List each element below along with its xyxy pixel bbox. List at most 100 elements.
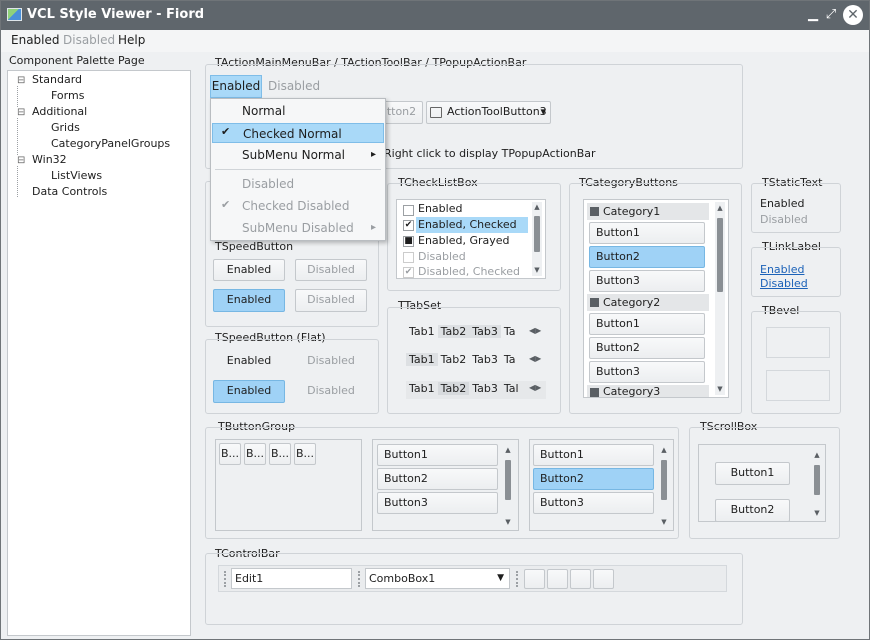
flat-button-down[interactable]: Enabled — [213, 380, 285, 403]
speed-button-enabled[interactable]: Enabled — [213, 259, 285, 281]
tree-item-listviews[interactable]: ListViews — [51, 169, 102, 182]
tab-scroll-icon[interactable]: ◀▶ — [529, 354, 541, 363]
scroll-thumb[interactable] — [661, 460, 667, 500]
menu-disabled[interactable]: Disabled — [63, 33, 115, 47]
tab[interactable]: Tab1 — [406, 353, 438, 366]
collapse-icon[interactable] — [590, 207, 599, 216]
tab[interactable]: Ta — [501, 325, 519, 338]
scroll-thumb[interactable] — [814, 465, 820, 495]
tab[interactable]: Tal — [501, 382, 522, 395]
tabset-row-1[interactable]: Tab1 Tab2 Tab3 Ta — [406, 324, 546, 340]
toolbar-button[interactable] — [547, 569, 568, 589]
tab[interactable]: Tab2 — [437, 325, 470, 338]
buttongroup-small[interactable]: B... B... B... B... — [215, 439, 362, 531]
combobox[interactable]: ComboBox1 ▼ — [365, 568, 510, 589]
group-list-button[interactable]: Button3 — [533, 492, 654, 514]
scroll-down-icon[interactable]: ▼ — [659, 518, 669, 526]
checklistbox[interactable]: Enabled ✔ Enabled, Checked ■ Enabled, Gr… — [396, 199, 546, 279]
tab[interactable]: Tab3 — [469, 325, 501, 338]
action-tool-button3[interactable]: ActionToolButton3 ▾ — [426, 101, 551, 124]
tree-item-standard[interactable]: Standard — [32, 73, 82, 86]
scrollbox-button-2[interactable]: Button2 — [715, 499, 790, 521]
group-button[interactable]: B... — [219, 443, 241, 465]
expand-icon[interactable]: ⊟ — [17, 107, 26, 118]
scroll-up-icon[interactable]: ▲ — [812, 451, 822, 459]
check-item-enabled-grayed[interactable]: Enabled, Grayed — [418, 234, 510, 247]
action-tool-button2[interactable]: tton2 — [381, 101, 423, 124]
collapse-icon[interactable] — [590, 388, 599, 397]
menu-item-checked-normal[interactable]: Checked Normal — [212, 123, 384, 143]
tab-right-icon[interactable]: ▶ — [535, 326, 541, 335]
tab-scroll-icon[interactable]: ◀▶ — [529, 383, 541, 392]
group-list-button-selected[interactable]: Button2 — [533, 468, 654, 490]
toolbar-button[interactable] — [570, 569, 591, 589]
group-button[interactable]: B... — [269, 443, 291, 465]
scrollbox-button-1[interactable]: Button1 — [715, 462, 790, 485]
checklistbox-scrollbar[interactable]: ▲ ▼ — [532, 202, 542, 276]
link-disabled[interactable]: Disabled — [760, 277, 808, 290]
maximize-button[interactable]: ⤢ — [822, 6, 840, 24]
scroll-down-icon[interactable]: ▼ — [715, 385, 725, 393]
flat-button-disabled[interactable]: Disabled — [295, 350, 367, 372]
tree-item-additional[interactable]: Additional — [32, 105, 87, 118]
toolbar-button[interactable] — [524, 569, 545, 589]
group-list-button[interactable]: Button2 — [377, 468, 498, 490]
collapse-icon[interactable] — [590, 298, 599, 307]
palette-tree[interactable]: ⊟ Standard Forms ⊟ Additional Grids Cate… — [7, 70, 191, 636]
menu-help[interactable]: Help — [118, 33, 145, 47]
buttongroup-list-2[interactable]: Button1 Button2 Button3 ▲ ▼ — [529, 439, 674, 531]
scroll-thumb[interactable] — [534, 216, 540, 252]
tree-item-categorypanelgroups[interactable]: CategoryPanelGroups — [51, 137, 170, 150]
scroll-up-icon[interactable]: ▲ — [532, 203, 542, 211]
link-enabled[interactable]: Enabled — [760, 263, 804, 276]
category-header-2[interactable]: Category2 — [587, 294, 709, 311]
tab-scroll-icon[interactable]: ◀▶ — [529, 326, 541, 335]
flat-button-enabled[interactable]: Enabled — [213, 350, 285, 372]
scroll-thumb[interactable] — [717, 218, 723, 292]
speed-button-disabled[interactable]: Disabled — [295, 259, 367, 281]
tab[interactable]: Tab1 — [406, 325, 438, 338]
grip-handle[interactable] — [516, 571, 519, 587]
scrollbox[interactable]: Button1 Button2 ▲ ▼ — [698, 444, 826, 522]
grip-handle[interactable] — [224, 571, 227, 587]
toolbar-button[interactable] — [593, 569, 614, 589]
group-button[interactable]: B... — [244, 443, 266, 465]
scroll-up-icon[interactable]: ▲ — [503, 446, 513, 454]
controlbar[interactable]: Edit1 ComboBox1 ▼ — [218, 565, 727, 592]
tree-item-win32[interactable]: Win32 — [32, 153, 67, 166]
scroll-down-icon[interactable]: ▼ — [812, 509, 822, 517]
group-list-button[interactable]: Button3 — [377, 492, 498, 514]
category-button[interactable]: Button1 — [589, 222, 705, 244]
category-header-3[interactable]: Category3 — [587, 385, 709, 397]
speed-button-disabled-down[interactable]: Disabled — [295, 289, 367, 312]
speed-button-down[interactable]: Enabled — [213, 289, 285, 312]
category-button[interactable]: Button2 — [589, 337, 705, 359]
scroll-up-icon[interactable]: ▲ — [659, 446, 669, 454]
tree-item-grids[interactable]: Grids — [51, 121, 80, 134]
actionbar-menu-enabled[interactable]: Enabled — [210, 75, 262, 98]
tab[interactable]: Tab2 — [437, 382, 470, 395]
group-button[interactable]: B... — [294, 443, 316, 465]
minimize-button[interactable]: ▁ — [804, 6, 822, 24]
grip-handle[interactable] — [358, 571, 361, 587]
dropdown-arrow-icon[interactable]: ▼ — [497, 569, 504, 588]
buttongroup-scrollbar[interactable]: ▲ ▼ — [659, 444, 669, 528]
category-button[interactable]: Button3 — [589, 361, 705, 383]
checkbox-checked[interactable]: ✔ — [403, 220, 414, 231]
tab[interactable]: Tab3 — [469, 382, 501, 395]
tree-item-data-controls[interactable]: Data Controls — [32, 185, 107, 198]
buttongroup-list-1[interactable]: Button1 Button2 Button3 ▲ ▼ — [372, 439, 519, 531]
actionbar-menu-disabled[interactable]: Disabled — [268, 79, 320, 93]
scroll-down-icon[interactable]: ▼ — [532, 266, 542, 274]
tab-right-icon[interactable]: ▶ — [535, 383, 541, 392]
title-bar[interactable]: VCL Style Viewer - Fiord ▁ ⤢ ✕ — [1, 1, 869, 30]
menu-item-normal[interactable]: Normal — [212, 101, 384, 121]
tab[interactable]: Tab1 — [406, 382, 438, 395]
buttongroup-scrollbar[interactable]: ▲ ▼ — [503, 444, 513, 528]
scroll-up-icon[interactable]: ▲ — [715, 204, 725, 212]
check-item-enabled[interactable]: Enabled — [418, 202, 462, 215]
expand-icon[interactable]: ⊟ — [17, 155, 26, 166]
category-button[interactable]: Button1 — [589, 313, 705, 335]
scroll-thumb[interactable] — [505, 460, 511, 500]
category-button-selected[interactable]: Button2 — [589, 246, 705, 268]
